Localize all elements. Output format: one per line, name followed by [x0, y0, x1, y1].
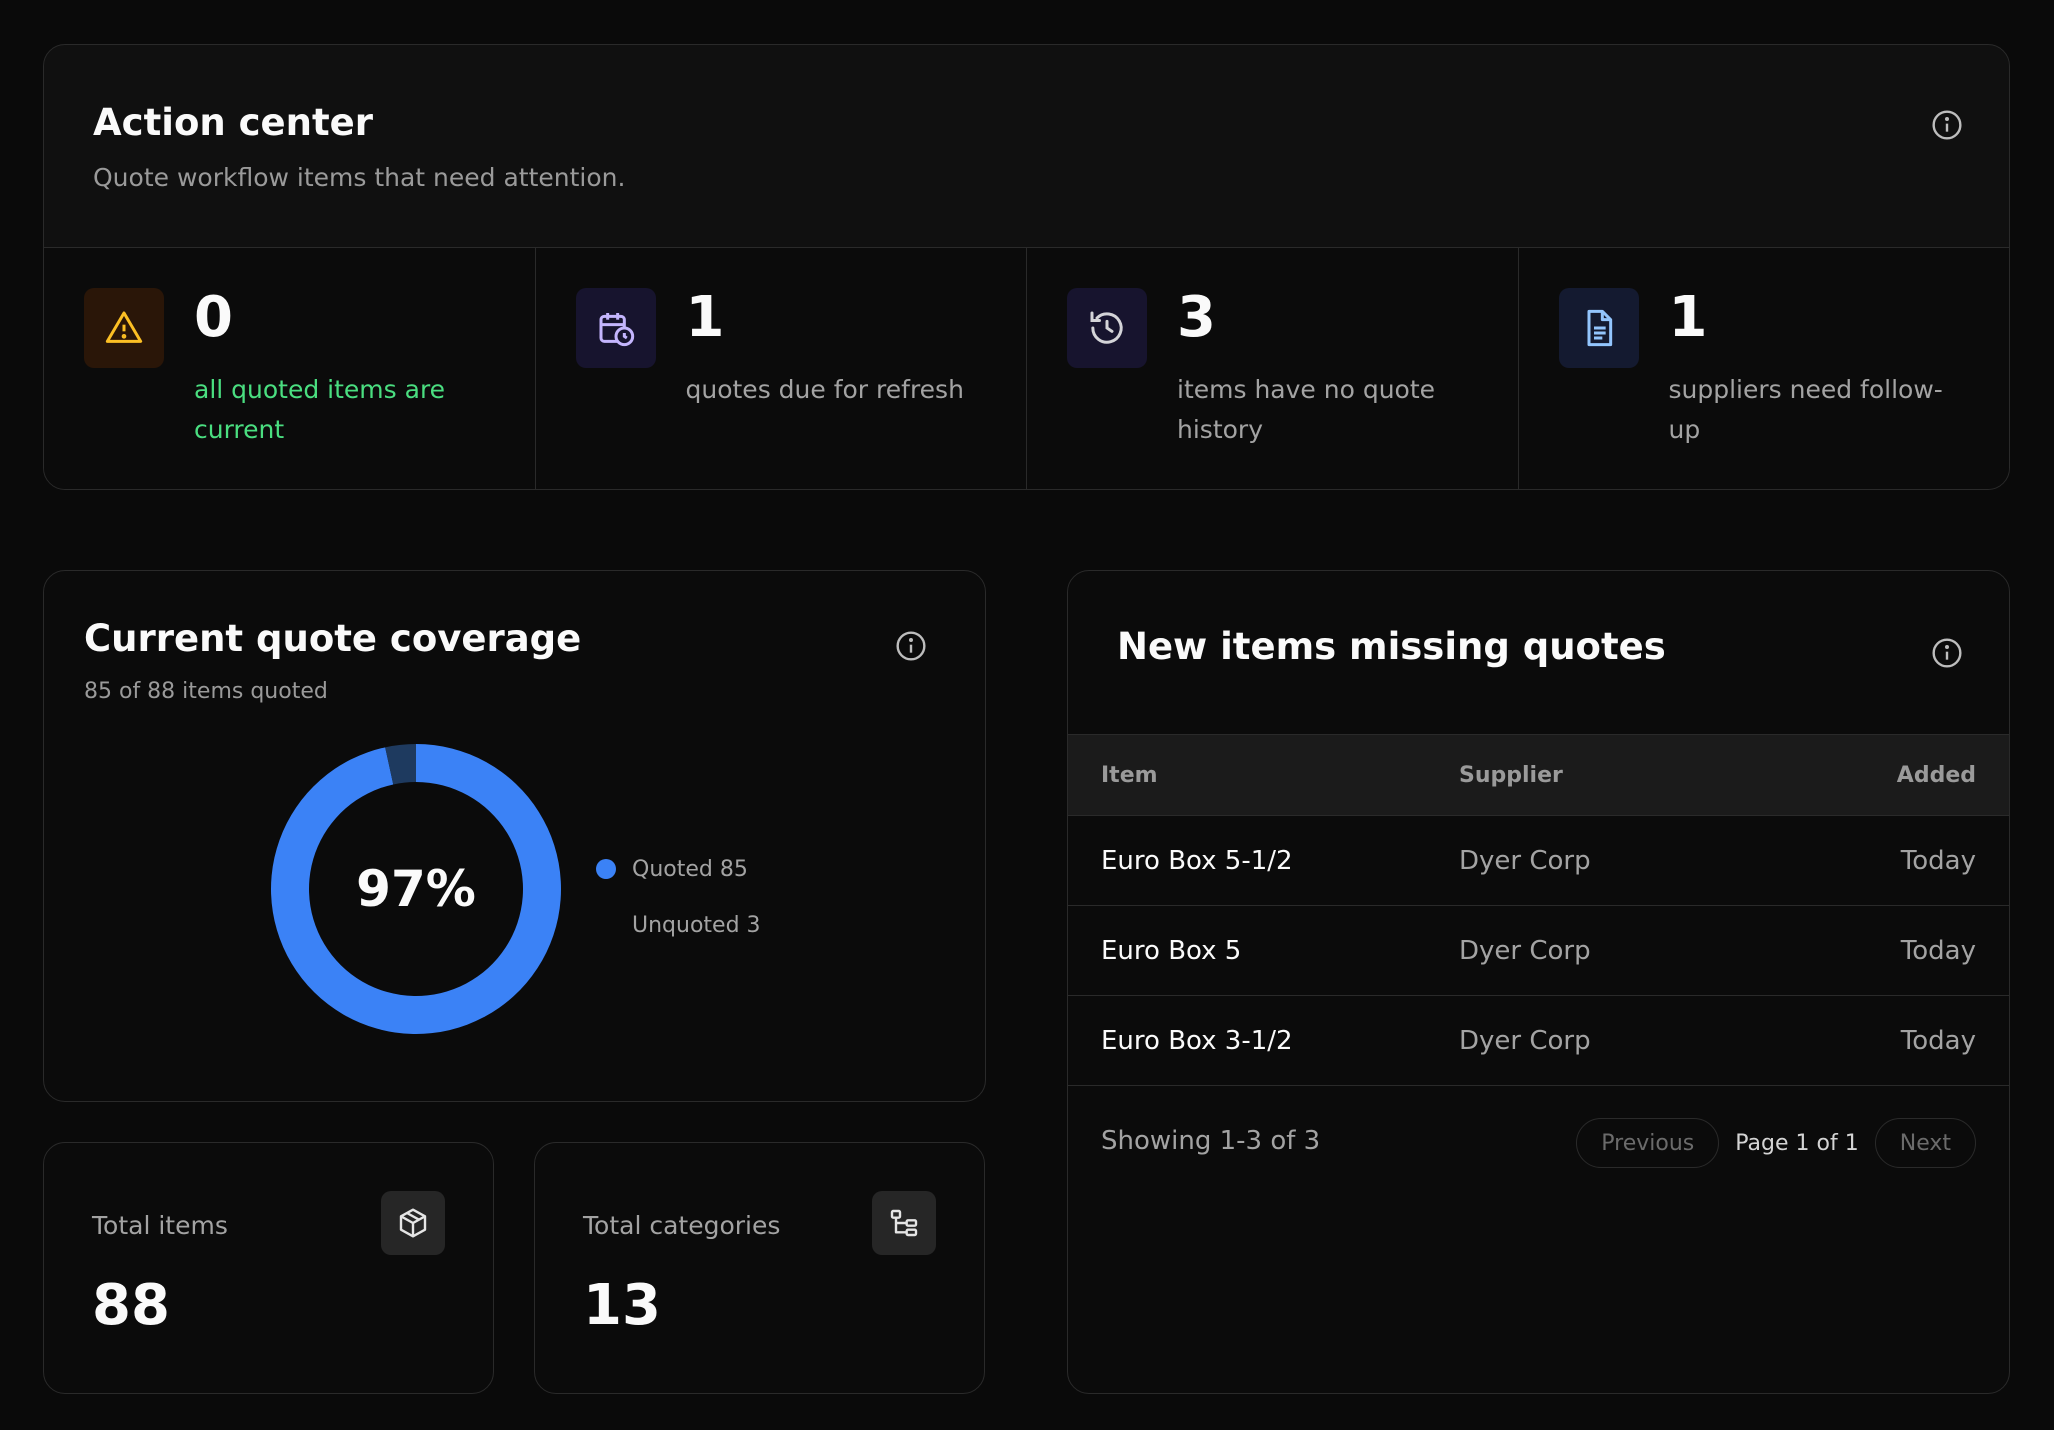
total-categories-label: Total categories	[583, 1211, 781, 1240]
legend-label: Unquoted 3	[632, 912, 761, 938]
stat-label: all quoted items are current	[194, 375, 446, 444]
stat-value: 1	[1668, 285, 1708, 350]
table-row[interactable]: Euro Box 5 Dyer Corp Today	[1068, 905, 2009, 995]
document-icon	[1558, 288, 1639, 368]
missing-quotes-title: New items missing quotes	[1117, 625, 1666, 668]
next-page-button[interactable]: Next	[1874, 1118, 1976, 1168]
history-icon	[1067, 288, 1147, 368]
column-header-item[interactable]: Item	[1101, 763, 1158, 788]
legend-label: Quoted 85	[632, 856, 748, 882]
action-center-title: Action center	[93, 101, 373, 144]
stat-refresh-due[interactable]: 1 quotes due for refresh	[536, 248, 1027, 489]
legend-item-unquoted: Unquoted 3	[596, 897, 761, 953]
action-center-header: Action center Quote workflow items that …	[44, 45, 2009, 248]
action-stats: 0 all quoted items are current 1 quotes …	[44, 248, 2010, 489]
table-row[interactable]: Euro Box 3-1/2 Dyer Corp Today	[1068, 995, 2009, 1085]
stat-no-history[interactable]: 3 items have no quote history	[1027, 248, 1519, 489]
coverage-legend: Quoted 85 Unquoted 3	[596, 841, 761, 953]
calendar-clock-icon	[575, 288, 656, 368]
total-categories-card: Total categories 13	[534, 1142, 985, 1394]
stat-label: quotes due for refresh	[685, 375, 964, 404]
column-header-added[interactable]: Added	[1897, 763, 1976, 788]
pagination-summary: Showing 1-3 of 3	[1101, 1126, 1321, 1156]
package-icon	[381, 1191, 445, 1255]
info-icon[interactable]	[895, 630, 927, 662]
cell-item: Euro Box 5	[1101, 935, 1242, 966]
missing-quotes-card: New items missing quotes Item Supplier A…	[1067, 570, 2010, 1394]
previous-page-button[interactable]: Previous	[1576, 1118, 1720, 1168]
cell-added: Today	[1900, 845, 1976, 876]
legend-swatch	[596, 915, 616, 935]
cell-item: Euro Box 3-1/2	[1101, 1025, 1293, 1056]
action-center-card: Action center Quote workflow items that …	[43, 44, 2010, 490]
stat-value: 0	[194, 285, 233, 350]
tree-icon	[872, 1191, 936, 1255]
cell-added: Today	[1900, 935, 1976, 966]
coverage-subtitle: 85 of 88 items quoted	[84, 679, 328, 704]
table-row[interactable]: Euro Box 5-1/2 Dyer Corp Today	[1068, 815, 2009, 905]
table-footer: Showing 1-3 of 3 Previous Page 1 of 1 Ne…	[1068, 1085, 2009, 1199]
stat-supplier-followup[interactable]: 1 suppliers need follow-up	[1519, 248, 2010, 489]
legend-item-quoted: Quoted 85	[596, 841, 761, 897]
warning-icon	[84, 288, 164, 368]
legend-swatch	[596, 859, 616, 879]
coverage-donut-chart: 97%	[271, 744, 561, 1034]
pagination: Previous Page 1 of 1 Next	[1576, 1118, 1976, 1168]
action-center-subtitle: Quote workflow items that need attention…	[93, 163, 626, 192]
total-categories-value: 13	[583, 1273, 661, 1338]
cell-item: Euro Box 5-1/2	[1101, 845, 1293, 876]
info-icon[interactable]	[1931, 109, 1963, 141]
column-header-supplier[interactable]: Supplier	[1459, 763, 1563, 788]
cell-added: Today	[1900, 1025, 1976, 1056]
cell-supplier: Dyer Corp	[1459, 845, 1591, 876]
total-items-card: Total items 88	[43, 1142, 494, 1394]
stat-stale-quotes[interactable]: 0 all quoted items are current	[44, 248, 536, 489]
total-items-value: 88	[92, 1273, 170, 1338]
page-indicator: Page 1 of 1	[1735, 1130, 1859, 1156]
stat-value: 1	[685, 285, 725, 350]
coverage-title: Current quote coverage	[84, 617, 582, 660]
coverage-percent: 97%	[356, 860, 476, 918]
coverage-card: Current quote coverage 85 of 88 items qu…	[43, 570, 986, 1102]
table-header: Item Supplier Added	[1068, 734, 2009, 815]
info-icon[interactable]	[1931, 637, 1963, 669]
stat-value: 3	[1177, 285, 1216, 350]
stat-label: items have no quote history	[1177, 375, 1436, 444]
total-items-label: Total items	[92, 1211, 228, 1240]
cell-supplier: Dyer Corp	[1459, 935, 1591, 966]
cell-supplier: Dyer Corp	[1459, 1025, 1591, 1056]
stat-label: suppliers need follow-up	[1668, 375, 1943, 444]
